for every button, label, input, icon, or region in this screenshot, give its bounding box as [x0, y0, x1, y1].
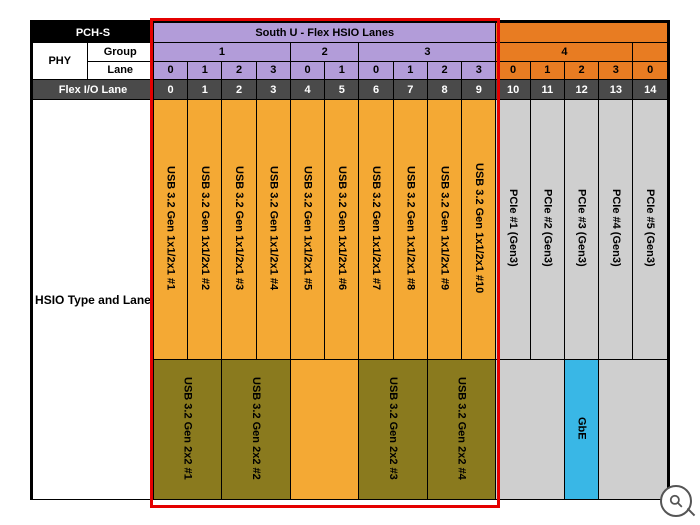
- usb-lane-5: USB 3.2 Gen 1x1/2x1 #6: [325, 100, 359, 360]
- pcie-lane-14: PCIe #5 (Gen3): [633, 100, 668, 360]
- empty-grey-gap-2: [599, 360, 668, 500]
- header-row-region: PCH-S South U - Flex HSIO Lanes: [33, 23, 668, 43]
- phy-group-3: 3: [359, 43, 496, 62]
- phy-lane: 0: [359, 61, 393, 80]
- phy-lane: 0: [496, 61, 530, 80]
- phy-label: PHY: [33, 43, 88, 79]
- flex-lane-num: 1: [188, 80, 222, 100]
- usb-lane-9: USB 3.2 Gen 1x1/2x1 #10: [462, 100, 496, 360]
- phy-lane: 2: [564, 61, 598, 80]
- pcie-lane-11: PCIe #2 (Gen3): [530, 100, 564, 360]
- orange-header: [496, 23, 668, 43]
- flex-io-label: Flex I/O Lane: [33, 80, 154, 100]
- flex-lane-num: 8: [427, 80, 461, 100]
- usb-lane-8: USB 3.2 Gen 1x1/2x1 #9: [427, 100, 461, 360]
- flex-lane-num: 0: [153, 80, 187, 100]
- phy-group-cell: PHY Group Lane: [33, 43, 154, 80]
- flex-lane-num: 14: [633, 80, 668, 100]
- flex-lane-num: 7: [393, 80, 427, 100]
- usb-lane-6: USB 3.2 Gen 1x1/2x1 #7: [359, 100, 393, 360]
- phy-lane: 0: [290, 61, 324, 80]
- flex-lane-num: 3: [256, 80, 290, 100]
- hsio-type-label: HSIO Type and Lane: [33, 100, 154, 500]
- gbe-cell: GbE: [564, 360, 598, 500]
- flex-lane-num: 2: [222, 80, 256, 100]
- hsio-type-row: HSIO Type and Lane USB 3.2 Gen 1x1/2x1 #…: [33, 100, 668, 360]
- flex-io-row: Flex I/O Lane 0 1 2 3 4 5 6 7 8 9 10 11 …: [33, 80, 668, 100]
- usb-lane-7: USB 3.2 Gen 1x1/2x1 #8: [393, 100, 427, 360]
- zoom-icon[interactable]: [660, 485, 692, 517]
- header-row-group: PHY Group Lane 1 2 3 4: [33, 43, 668, 62]
- empty-orange-gap: [290, 360, 359, 500]
- flex-lane-num: 5: [325, 80, 359, 100]
- pcie-lane-12: PCIe #3 (Gen3): [564, 100, 598, 360]
- usb2x2-pair-3: USB 3.2 Gen 2x2 #3: [359, 360, 428, 500]
- hsio-table: PCH-S South U - Flex HSIO Lanes PHY Grou…: [32, 22, 668, 500]
- phy-group-4: 4: [496, 43, 633, 62]
- usb2x2-pair-1: USB 3.2 Gen 2x2 #1: [153, 360, 222, 500]
- table-frame: PCH-S South U - Flex HSIO Lanes PHY Grou…: [30, 20, 670, 500]
- flex-lane-num: 9: [462, 80, 496, 100]
- phy-lane: 3: [256, 61, 290, 80]
- usb2x2-pair-2: USB 3.2 Gen 2x2 #2: [222, 360, 291, 500]
- usb-lane-2: USB 3.2 Gen 1x1/2x1 #3: [222, 100, 256, 360]
- lane-label: Lane: [88, 62, 153, 80]
- phy-lane: 1: [530, 61, 564, 80]
- flex-lane-num: 4: [290, 80, 324, 100]
- empty-grey-gap: [496, 360, 565, 500]
- usb2x2-pair-4: USB 3.2 Gen 2x2 #4: [427, 360, 496, 500]
- phy-lane: 1: [325, 61, 359, 80]
- south-u-header: South U - Flex HSIO Lanes: [153, 23, 496, 43]
- diagram-stage: PCH-S South U - Flex HSIO Lanes PHY Grou…: [0, 0, 700, 525]
- phy-lane: 1: [188, 61, 222, 80]
- phy-lane: 1: [393, 61, 427, 80]
- usb-lane-0: USB 3.2 Gen 1x1/2x1 #1: [153, 100, 187, 360]
- phy-group-1: 1: [153, 43, 290, 62]
- usb-lane-3: USB 3.2 Gen 1x1/2x1 #4: [256, 100, 290, 360]
- phy-group-2: 2: [290, 43, 359, 62]
- phy-group-5: [633, 43, 668, 62]
- phy-lane: 0: [153, 61, 187, 80]
- flex-lane-num: 11: [530, 80, 564, 100]
- group-label: Group: [88, 43, 153, 62]
- phy-lane: 3: [599, 61, 633, 80]
- pcie-lane-10: PCIe #1 (Gen3): [496, 100, 530, 360]
- usb-lane-4: USB 3.2 Gen 1x1/2x1 #5: [290, 100, 324, 360]
- phy-lane: 0: [633, 61, 668, 80]
- flex-lane-num: 12: [564, 80, 598, 100]
- flex-lane-num: 10: [496, 80, 530, 100]
- usb-lane-1: USB 3.2 Gen 1x1/2x1 #2: [188, 100, 222, 360]
- flex-lane-num: 13: [599, 80, 633, 100]
- phy-lane: 2: [427, 61, 461, 80]
- phy-lane: 2: [222, 61, 256, 80]
- flex-lane-num: 6: [359, 80, 393, 100]
- pcie-lane-13: PCIe #4 (Gen3): [599, 100, 633, 360]
- phy-lane: 3: [462, 61, 496, 80]
- pchs-label: PCH-S: [33, 23, 154, 43]
